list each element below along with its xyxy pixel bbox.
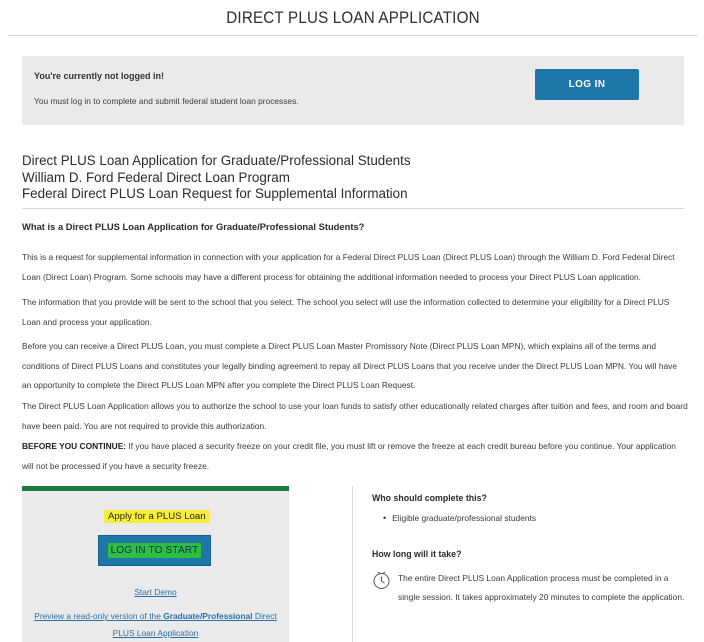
who-list-item: Eligible graduate/professional students: [383, 513, 703, 523]
heading-line-2: William D. Ford Federal Direct Loan Prog…: [22, 169, 290, 185]
column-divider: [352, 486, 353, 642]
section-divider: [22, 208, 684, 209]
warning-label: BEFORE YOU CONTINUE:: [22, 441, 127, 451]
paragraph-school: The information that you provide will be…: [22, 297, 670, 327]
preview-bold: Graduate/Professional: [163, 611, 253, 621]
heading-line-3: Federal Direct PLUS Loan Request for Sup…: [22, 186, 408, 201]
paragraph-authorization: The Direct PLUS Loan Application allows …: [22, 401, 688, 431]
who-heading: Who should complete this?: [372, 493, 487, 503]
log-in-button[interactable]: LOG IN: [535, 69, 639, 100]
login-notice: You're currently not logged in! You must…: [22, 56, 684, 125]
start-demo-link[interactable]: Start Demo: [22, 587, 289, 597]
clock-icon: [373, 571, 390, 589]
log-in-to-start-button[interactable]: LOG IN TO START: [98, 535, 211, 566]
apply-card: Apply for a PLUS Loan LOG IN TO START St…: [22, 486, 289, 642]
preview-prefix: Preview a read-only version of the: [34, 611, 164, 621]
paragraph-warning: BEFORE YOU CONTINUE: If you have placed …: [22, 437, 688, 476]
section-heading: What is a Direct PLUS Loan Application f…: [22, 221, 365, 232]
page-header: DIRECT PLUS LOAN APPLICATION: [8, 0, 698, 36]
paragraph-mpn: Before you can receive a Direct PLUS Loa…: [22, 341, 678, 390]
page-title: DIRECT PLUS LOAN APPLICATION: [226, 9, 480, 27]
login-notice-title: You're currently not logged in!: [34, 71, 164, 81]
preview-read-only-link[interactable]: Preview a read-only version of the Gradu…: [32, 608, 279, 642]
apply-card-heading: Apply for a PLUS Loan: [104, 510, 210, 523]
application-headings: Direct PLUS Loan Application for Graduat…: [22, 153, 688, 203]
how-heading: How long will it take?: [372, 549, 462, 559]
heading-line-1: Direct PLUS Loan Application for Graduat…: [22, 153, 411, 168]
how-text: The entire Direct PLUS Loan Application …: [398, 573, 685, 602]
paragraph-intro: This is a request for supplemental infor…: [22, 252, 675, 282]
login-notice-message: You must log in to complete and submit f…: [34, 96, 299, 106]
log-in-to-start-label: LOG IN TO START: [107, 543, 202, 558]
